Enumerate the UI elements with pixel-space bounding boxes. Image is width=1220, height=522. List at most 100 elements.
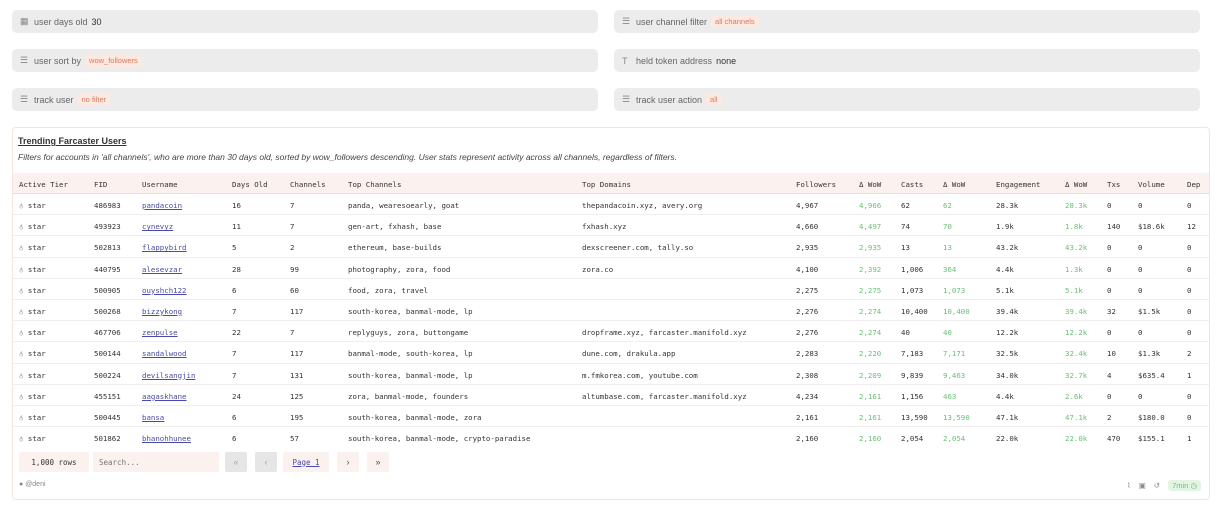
table-cell: 6 [232,412,237,422]
table-cell: 140 [1107,222,1121,232]
table-cell: 5.1k [1065,285,1083,295]
tier-icon: ♁ [19,391,28,401]
table-cell: 2,160 [859,434,882,444]
column-header[interactable]: Δ WoW [943,180,965,189]
clock-icon: ◷ [1190,481,1197,490]
column-header[interactable]: Δ WoW [859,180,881,189]
username-link[interactable]: zenpulse [142,328,178,337]
freshness-badge: 7min ◷ [1168,480,1201,491]
filter-user-days-old[interactable]: ▦ user days old 30 [12,10,598,33]
column-header[interactable]: Channels [290,180,326,189]
column-header[interactable]: Dep [1187,180,1200,189]
freshness-text: 7min [1172,481,1189,490]
table-cell: 2,220 [859,349,882,359]
filter-value[interactable]: all [706,93,722,106]
username-link[interactable]: bansa [142,413,164,422]
table-cell: 60 [290,285,299,295]
list-icon: ☰ [622,16,631,26]
table-row: ♁ star 493923 cynevyz 11 7 gen-art, fxhash, b… [13,215,1209,237]
last-page-button[interactable]: » [367,452,389,472]
prev-page-button[interactable]: ‹ [255,452,277,472]
table-row: ♁ star 500224 devilsangjin 7 131 south-korea,… [13,364,1209,385]
table-cell: thepandacoin.xyz, avery.org [582,201,703,210]
copy-icon[interactable]: ▣ [1139,481,1146,490]
table-cell: 32.5k [996,349,1019,359]
table-cell: 2,935 [796,243,819,253]
filter-track-user-action[interactable]: ☰ track user action all [614,88,1200,111]
tier-label: star [27,349,46,359]
column-header[interactable]: Username [142,180,178,189]
filter-user-channel-filter[interactable]: ☰ user channel filter all channels [614,10,1200,33]
table-cell: south-korea, banmal-mode, lp [348,370,473,380]
text-icon: T [622,55,628,66]
card-title[interactable]: Trending Farcaster Users [18,136,127,146]
search-input[interactable] [93,452,219,472]
filter-held-token-address[interactable]: Theld token address none [614,49,1200,72]
table-cell: 62 [901,201,910,210]
table-cell: ♁ star [19,222,46,231]
table-cell: ♁ star [19,392,46,401]
table-cell: 1,006 [901,264,924,274]
username-link[interactable]: bizzykong [142,307,182,316]
column-header[interactable]: Days Old [232,180,268,189]
table-cell: 1 [1187,434,1192,444]
column-header[interactable]: FID [94,180,107,189]
filter-user-sort-by[interactable]: ☰ user sort by wow_followers [12,49,598,72]
table-header-row: Active Tier FID Username Days Old Channels To… [13,173,1209,194]
table-cell: 0 [1187,412,1192,422]
username-link[interactable]: aagaskhane [142,392,187,401]
tier-icon: ♁ [19,243,28,253]
filter-track-user[interactable]: ☰ track user no filter [12,88,598,111]
column-header[interactable]: Active Tier [19,180,68,189]
table-cell: 1 [1187,370,1192,380]
column-header[interactable]: Casts [901,180,923,189]
column-header[interactable]: Volume [1138,180,1165,189]
column-header[interactable]: Top Channels [348,180,401,189]
table-cell: 4,966 [859,201,882,210]
table-cell: 117 [290,306,304,316]
filter-value[interactable]: all channels [711,15,759,28]
table-cell: 13,590 [943,412,970,422]
username-link[interactable]: cynevyz [142,222,173,231]
tier-icon: ♁ [19,306,28,316]
username-link[interactable]: bhanohhunee [142,434,191,443]
username-link[interactable]: pandacoin [142,201,182,210]
table-cell: 4,660 [796,222,819,232]
tier-icon: ♁ [19,412,28,422]
pin-icon[interactable]: ⌇ [1127,481,1131,490]
next-page-button[interactable]: › [337,452,359,472]
column-header[interactable]: Top Domains [582,180,631,189]
filter-value[interactable]: 30 [92,17,102,27]
username-link[interactable]: ouyshch122 [142,286,187,295]
table-cell: 0 [1187,328,1192,338]
filter-label: user channel filter [636,16,708,27]
username-link[interactable]: alesevzar [142,265,182,274]
table-cell: 500268 [94,306,121,316]
table-cell: 28 [232,264,241,274]
first-page-button[interactable]: « [225,452,247,472]
username-link[interactable]: devilsangjin [142,371,195,380]
table-cell: 2,276 [796,328,819,338]
table-cell: 24 [232,391,241,401]
column-header[interactable]: Δ WoW [1065,180,1087,189]
table-cell: $155.1 [1138,434,1165,444]
column-header[interactable]: Txs [1107,180,1120,189]
table-cell: 11 [232,222,241,232]
filter-value[interactable]: none [716,56,736,66]
page-indicator[interactable]: Page 1 [283,452,329,472]
table-cell: 4,497 [859,222,882,232]
filter-value[interactable]: no filter [77,93,111,106]
username-link[interactable]: flappybird [142,243,187,252]
column-header[interactable]: Engagement [996,180,1041,189]
table-cell: 0 [1138,391,1143,401]
table-row: ♁ star 500268 bizzykong 7 117 south-korea, ba… [13,300,1209,322]
table-cell: 2,054 [901,434,924,444]
username-link[interactable]: sandalwood [142,349,187,358]
filter-value[interactable]: wow_followers [85,54,142,67]
table-cell: 12.2k [1065,328,1088,338]
author-credit[interactable]: ● @deni [19,481,46,488]
list-icon: ☰ [622,94,631,104]
table-cell: 0 [1187,391,1192,401]
column-header[interactable]: Followers [796,180,836,189]
refresh-icon[interactable]: ↺ [1154,481,1160,490]
